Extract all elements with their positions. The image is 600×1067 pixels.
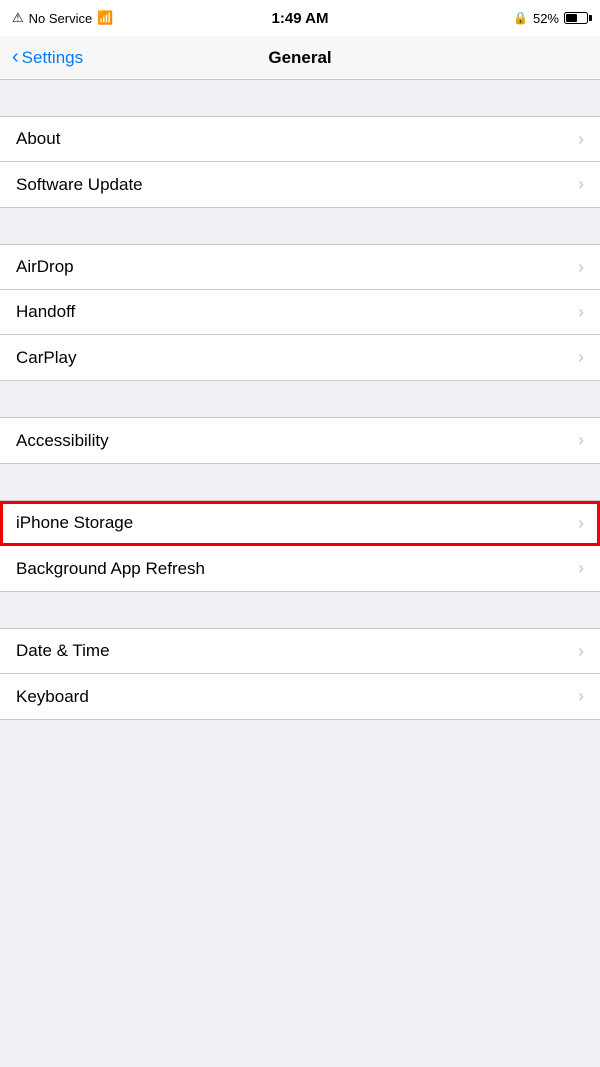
accessibility-label: Accessibility xyxy=(16,431,109,451)
chevron-right-icon: › xyxy=(578,641,584,662)
table-group-4: iPhone Storage › Background App Refresh … xyxy=(0,500,600,592)
chevron-right-icon: › xyxy=(578,129,584,150)
date-time-label: Date & Time xyxy=(16,641,110,661)
table-group-1: About › Software Update › xyxy=(0,116,600,208)
section-gap-bottom xyxy=(0,720,600,756)
section-gap-2 xyxy=(0,208,600,244)
table-group-3: Accessibility › xyxy=(0,417,600,464)
airdrop-label: AirDrop xyxy=(16,257,74,277)
row-handoff[interactable]: Handoff › xyxy=(0,290,600,335)
section-gap-5 xyxy=(0,592,600,628)
row-software-update[interactable]: Software Update › xyxy=(0,162,600,207)
row-iphone-storage[interactable]: iPhone Storage › xyxy=(0,501,600,546)
chevron-right-icon: › xyxy=(578,174,584,195)
row-background-app-refresh[interactable]: Background App Refresh › xyxy=(0,546,600,591)
chevron-right-icon: › xyxy=(578,257,584,278)
row-date-time[interactable]: Date & Time › xyxy=(0,629,600,674)
status-left: ⚠ No Service 📶 xyxy=(12,10,113,26)
nav-bar: ‹ Settings General xyxy=(0,36,600,80)
software-update-label: Software Update xyxy=(16,175,143,195)
carplay-label: CarPlay xyxy=(16,348,76,368)
table-group-2: AirDrop › Handoff › CarPlay › xyxy=(0,244,600,381)
chevron-right-icon: › xyxy=(578,347,584,368)
back-button[interactable]: ‹ Settings xyxy=(12,48,83,68)
chevron-right-icon: › xyxy=(578,513,584,534)
section-gap-top xyxy=(0,80,600,116)
back-label: Settings xyxy=(22,48,83,68)
battery-percent: 52% xyxy=(533,11,559,26)
chevron-left-icon: ‹ xyxy=(12,47,19,67)
handoff-label: Handoff xyxy=(16,302,75,322)
chevron-right-icon: › xyxy=(578,430,584,451)
keyboard-label: Keyboard xyxy=(16,687,89,707)
wifi-icon: 📶 xyxy=(97,10,113,26)
chevron-right-icon: › xyxy=(578,558,584,579)
section-gap-3 xyxy=(0,381,600,417)
page-title: General xyxy=(268,48,331,68)
row-airdrop[interactable]: AirDrop › xyxy=(0,245,600,290)
row-about[interactable]: About › xyxy=(0,117,600,162)
no-service-warning: ⚠ xyxy=(12,10,24,26)
status-time: 1:49 AM xyxy=(272,10,329,27)
battery-icon xyxy=(564,12,588,24)
chevron-right-icon: › xyxy=(578,686,584,707)
row-accessibility[interactable]: Accessibility › xyxy=(0,418,600,463)
status-right: 🔒 52% xyxy=(513,11,588,26)
background-app-refresh-label: Background App Refresh xyxy=(16,559,205,579)
no-service-text: No Service xyxy=(29,11,93,26)
chevron-right-icon: › xyxy=(578,302,584,323)
iphone-storage-label: iPhone Storage xyxy=(16,513,133,533)
status-bar: ⚠ No Service 📶 1:49 AM 🔒 52% xyxy=(0,0,600,36)
row-keyboard[interactable]: Keyboard › xyxy=(0,674,600,719)
row-carplay[interactable]: CarPlay › xyxy=(0,335,600,380)
about-label: About xyxy=(16,129,60,149)
section-gap-4 xyxy=(0,464,600,500)
table-group-5: Date & Time › Keyboard › xyxy=(0,628,600,720)
lock-icon: 🔒 xyxy=(513,11,528,25)
